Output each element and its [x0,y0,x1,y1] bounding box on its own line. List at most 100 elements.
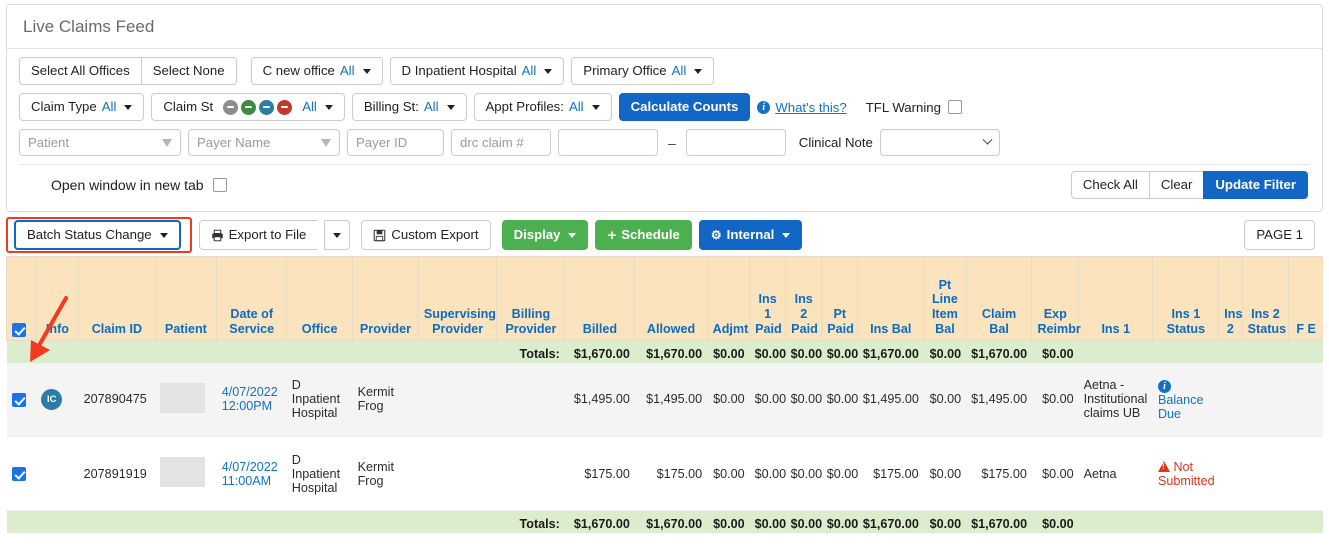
claims-table-container: Info Claim ID Patient Date of Service Of… [0,256,1329,533]
column-header-ins1-status[interactable]: Ins 1 Status [1152,256,1219,341]
column-header-date-of-service[interactable]: Date of Service [216,256,287,341]
calculate-counts-button[interactable]: Calculate Counts [618,93,751,121]
gear-icon: ⚙ [710,228,722,242]
internal-button[interactable]: ⚙ Internal [698,220,803,250]
column-header-ins1-paid[interactable]: Ins 1 Paid [749,256,786,341]
clinical-note-label: Clinical Note [798,135,873,150]
claim-status-filter[interactable]: Claim St All [151,93,345,121]
clinical-note-select[interactable] [879,129,1000,156]
status-dot-green[interactable] [241,99,257,115]
column-header-fe[interactable]: F E [1288,256,1323,341]
appt-profiles-label: Appt Profiles: [485,99,564,115]
display-button[interactable]: Display [501,220,589,250]
column-header-billed[interactable]: Billed [564,256,635,341]
column-label: Ins 2 Paid [791,292,818,337]
column-header-adjmt[interactable]: Adjmt [706,256,750,341]
payer-name-input[interactable]: Payer Name [188,129,340,156]
column-header-allowed[interactable]: Allowed [634,256,708,341]
payer-id-input[interactable]: Payer ID [347,129,444,156]
tfl-warning-checkbox[interactable] [947,100,962,114]
open-new-tab-checkbox[interactable] [212,178,227,192]
export-to-file-button[interactable]: Export to File [198,220,318,250]
column-label: Billing Provider [505,307,557,337]
select-all-rows-checkbox[interactable] [12,323,26,337]
column-header-provider[interactable]: Provider [352,256,419,341]
schedule-button[interactable]: + Schedule [595,220,692,250]
row-patient [155,362,217,437]
check-all-button[interactable]: Check All [1070,171,1149,199]
status-dot-red[interactable] [277,99,293,115]
column-header-ins2-status[interactable]: Ins 2 Status [1241,256,1289,341]
select-none-button[interactable]: Select None [140,57,237,85]
column-header-ins2-paid[interactable]: Ins 2 Paid [785,256,822,341]
office-filter-d-inpatient-hospital[interactable]: D Inpatient Hospital All [389,57,565,85]
select-all-offices-button[interactable]: Select All Offices [19,57,141,85]
column-header-pt-line-item-bal[interactable]: Pt Line Item Bal [923,256,967,341]
batch-status-change-button[interactable]: Batch Status Change [14,220,181,250]
printer-icon [211,229,223,241]
table-row[interactable]: IC 207890475 4/07/2022 12:00PM D Inpatie… [6,362,1323,437]
column-header-supervising-provider[interactable]: Supervising Provider [417,256,497,341]
ins1-status-label[interactable]: Balance Due [1158,393,1214,421]
row-checkbox[interactable] [11,466,26,481]
column-header-ins2[interactable]: Ins 2 [1218,256,1242,341]
filter-buttons-group: Check All Clear Update Filter [1070,171,1308,199]
column-header-office[interactable]: Office [286,256,353,341]
patient-input[interactable]: Patient [19,129,181,156]
column-label: Ins 1 Paid [755,292,782,337]
page-indicator[interactable]: PAGE 1 [1244,220,1315,250]
totals-ptlibal: $0.00 [923,510,967,533]
update-filter-button[interactable]: Update Filter [1203,171,1308,199]
appt-profiles-filter[interactable]: Appt Profiles: All [473,93,612,121]
row-select-cell [6,362,37,437]
drc-claim-input[interactable]: drc claim # [451,129,551,156]
column-header-ins-bal[interactable]: Ins Bal [857,256,924,341]
column-header-info[interactable]: Info [35,256,79,341]
patient-redacted-box [160,457,206,487]
column-header-pt-paid[interactable]: Pt Paid [821,256,858,341]
chevron-down-icon [362,68,371,74]
search-filter-row: Patient Payer Name Payer ID drc claim # … [19,129,1310,156]
column-label: Ins Bal [870,322,912,337]
row-ins1paid: $0.00 [749,436,786,511]
office-filter-primary-office[interactable]: Primary Office All [571,57,715,85]
totals-insbal: $1,670.00 [857,510,924,533]
row-fe [1288,436,1323,511]
column-label: Info [45,322,69,337]
column-label: Billed [582,322,618,337]
whats-this-link[interactable]: i What's this? [757,100,847,115]
ins1-status-label[interactable]: Not Submitted [1157,460,1215,488]
header-row: Info Claim ID Patient Date of Service Of… [6,256,1323,341]
column-header-billing-provider[interactable]: Billing Provider [496,256,565,341]
row-ptlibal: $0.00 [923,362,967,437]
ic-badge-icon[interactable]: IC [41,388,63,410]
claims-table-body: IC 207890475 4/07/2022 12:00PM D Inpatie… [6,362,1323,533]
column-header-patient[interactable]: Patient [154,256,217,341]
totals-adjmt: $0.00 [707,510,750,533]
custom-export-button[interactable]: Custom Export [361,220,491,250]
row-checkbox[interactable] [11,392,26,407]
status-dot-gray[interactable] [223,99,239,115]
row-date-of-service[interactable]: 4/07/2022 11:00AM [216,436,287,511]
table-row[interactable]: 207891919 4/07/2022 11:00AM D Inpatient … [6,436,1323,511]
billing-status-filter[interactable]: Billing St: All [351,93,467,121]
column-header-exp-reimbr[interactable]: Exp Reimbr [1031,256,1081,341]
row-adjmt: $0.00 [707,362,750,437]
range-to-input[interactable] [685,129,786,156]
status-dot-blue[interactable] [259,99,275,115]
office-value-label: All [521,63,537,79]
dos-time: 12:00PM [221,399,273,414]
row-ins2 [1218,436,1243,511]
export-to-file-dropdown[interactable] [324,220,351,250]
row-select-cell [6,436,37,511]
column-header-ins1[interactable]: Ins 1 [1078,256,1153,341]
range-from-input[interactable] [558,129,658,156]
row-ins1: Aetna - Institutional claims UB [1078,362,1153,437]
patient-redacted-box [160,382,206,413]
office-filter-c-new-office[interactable]: C new office All [250,57,383,85]
row-date-of-service[interactable]: 4/07/2022 12:00PM [216,362,287,437]
column-header-claim-id[interactable]: Claim ID [78,256,156,341]
column-header-claim-bal[interactable]: Claim Bal [965,256,1032,341]
clear-button[interactable]: Clear [1148,171,1204,199]
claim-type-filter[interactable]: Claim Type All [19,93,145,121]
